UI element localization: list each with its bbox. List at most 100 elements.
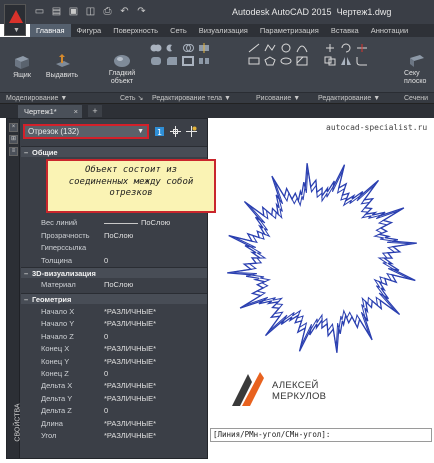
close-icon[interactable]: × bbox=[74, 105, 78, 118]
property-value[interactable]: *РАЗЛИЧНЫЕ* bbox=[104, 418, 156, 430]
property-row[interactable]: Вес линий ПоСлою bbox=[21, 217, 207, 230]
panel-solid-editing[interactable]: Редактирование тела ▼ bbox=[152, 94, 231, 103]
ribbon-tab[interactable]: Сеть bbox=[164, 24, 193, 37]
circle-icon[interactable] bbox=[280, 43, 292, 53]
arc-icon[interactable] bbox=[296, 43, 308, 53]
property-value[interactable]: *РАЗЛИЧНЫЕ* bbox=[104, 380, 156, 392]
property-value[interactable]: 0 bbox=[104, 331, 108, 343]
property-value[interactable]: *РАЗЛИЧНЫЕ* bbox=[104, 356, 156, 368]
mirror-icon[interactable] bbox=[340, 56, 352, 66]
box-button[interactable]: Ящик bbox=[8, 54, 36, 80]
section-3d-visualization[interactable]: –3D-визуализация bbox=[21, 267, 207, 278]
fillet-edge-icon[interactable] bbox=[150, 56, 162, 66]
new-tab-button[interactable]: + bbox=[88, 105, 102, 117]
ribbon-tab[interactable]: Поверхность bbox=[107, 24, 164, 37]
ellipse-icon[interactable] bbox=[280, 56, 292, 66]
property-row[interactable]: Дельта Z 0 bbox=[21, 405, 207, 418]
property-label: Начало Y bbox=[41, 319, 75, 329]
property-row[interactable]: Конец Y *РАЗЛИЧНЫЕ* bbox=[21, 356, 207, 369]
ribbon-tab[interactable]: Параметризация bbox=[254, 24, 325, 37]
property-row[interactable]: Начало X *РАЗЛИЧНЫЕ* bbox=[21, 306, 207, 319]
section-geometry[interactable]: – Геометрия bbox=[21, 293, 207, 304]
command-line[interactable]: [Линия/РМн-угол/СМн-угол]: bbox=[210, 428, 432, 442]
property-row[interactable]: Дельта Y *РАЗЛИЧНЫЕ* bbox=[21, 393, 207, 406]
property-value[interactable]: *РАЗЛИЧНЫЕ* bbox=[104, 393, 156, 405]
property-row[interactable]: Начало Z 0 bbox=[21, 331, 207, 344]
smooth-object-button[interactable]: Гладкий объект bbox=[104, 54, 140, 86]
redo-icon[interactable]: ↷ bbox=[136, 6, 147, 18]
close-palette-icon[interactable]: × bbox=[9, 123, 18, 132]
new-icon[interactable]: ▭ bbox=[34, 6, 45, 18]
property-value[interactable]: 0 bbox=[104, 255, 108, 267]
panel-modeling[interactable]: Моделирование ▼ bbox=[6, 94, 67, 103]
save-as-icon[interactable]: ◫ bbox=[85, 6, 96, 18]
line-icon[interactable] bbox=[248, 43, 260, 53]
property-value[interactable]: ПоСлою bbox=[104, 230, 133, 242]
ribbon-tab[interactable]: Аннотации bbox=[365, 24, 415, 37]
subtract-icon[interactable] bbox=[166, 43, 178, 53]
polygon-icon[interactable] bbox=[264, 56, 276, 66]
extrude-label: Выдавить bbox=[45, 72, 79, 79]
panel-modify[interactable]: Редактирование ▼ bbox=[318, 94, 380, 103]
section-general[interactable]: – Общие bbox=[21, 146, 207, 157]
select-objects-icon[interactable] bbox=[170, 126, 181, 137]
save-icon[interactable]: ▣ bbox=[68, 6, 79, 18]
panel-section[interactable]: Сечени bbox=[404, 94, 428, 103]
fillet-icon[interactable] bbox=[356, 56, 368, 66]
open-icon[interactable]: ▤ bbox=[51, 6, 62, 18]
property-row[interactable]: Толщина 0 bbox=[21, 255, 207, 268]
property-row[interactable]: Прозрачность ПоСлою bbox=[21, 230, 207, 243]
property-row[interactable]: Материал ПоСлою bbox=[21, 279, 207, 292]
separate-icon[interactable] bbox=[198, 56, 210, 66]
property-value[interactable]: 0 bbox=[104, 405, 108, 417]
quick-select-icon[interactable] bbox=[186, 126, 197, 137]
intersect-icon[interactable] bbox=[182, 43, 194, 53]
property-row[interactable]: Конец Z 0 bbox=[21, 368, 207, 381]
copy-icon[interactable] bbox=[324, 56, 336, 66]
ribbon-tab[interactable]: Главная bbox=[30, 24, 71, 37]
property-value[interactable]: 0 bbox=[104, 368, 108, 380]
panel-draw[interactable]: Рисование ▼ bbox=[256, 94, 300, 103]
undo-icon[interactable]: ↶ bbox=[119, 6, 130, 18]
move-icon[interactable] bbox=[324, 43, 336, 53]
slice-icon[interactable] bbox=[198, 43, 210, 53]
property-row[interactable]: Угол *РАЗЛИЧНЫЕ* bbox=[21, 430, 207, 443]
toggle-pickadd-icon[interactable]: 1 bbox=[154, 126, 165, 137]
property-row[interactable]: Длина *РАЗЛИЧНЫЕ* bbox=[21, 418, 207, 431]
property-row[interactable]: Конец X *РАЗЛИЧНЫЕ* bbox=[21, 343, 207, 356]
panel-mesh[interactable]: Сеть ↘ bbox=[120, 94, 143, 103]
hatch-icon[interactable] bbox=[296, 56, 308, 66]
document-tab[interactable]: Чертеж1* × bbox=[18, 105, 82, 118]
jagged-star-drawing[interactable] bbox=[220, 150, 425, 365]
union-icon[interactable] bbox=[150, 43, 162, 53]
property-value[interactable]: *РАЗЛИЧНЫЕ* bbox=[104, 343, 156, 355]
property-value[interactable]: *РАЗЛИЧНЫЕ* bbox=[104, 430, 156, 442]
property-value[interactable]: ПоСлою bbox=[104, 279, 133, 291]
ribbon-tab[interactable]: Визуализация bbox=[193, 24, 254, 37]
ribbon-tab[interactable]: Фигура bbox=[71, 24, 108, 37]
drawing-canvas[interactable]: autocad-specialist.ru АЛЕКСЕЙ МЕРКУЛОВ [… bbox=[208, 118, 434, 463]
property-value[interactable]: *РАЗЛИЧНЫЕ* bbox=[104, 306, 156, 318]
rectangle-icon[interactable] bbox=[248, 56, 260, 66]
object-type-dropdown[interactable]: Отрезок (132) ▼ bbox=[23, 124, 149, 139]
rotate-icon[interactable] bbox=[340, 43, 352, 53]
property-row[interactable]: Дельта X *РАЗЛИЧНЫЕ* bbox=[21, 380, 207, 393]
extrude-button[interactable]: Выдавить bbox=[44, 54, 80, 80]
property-value[interactable]: *РАЗЛИЧНЫЕ* bbox=[104, 318, 156, 330]
autohide-icon[interactable]: ⊞ bbox=[9, 135, 18, 144]
palette-title-strip[interactable]: × ⊞ ≡ СВОЙСТВА bbox=[7, 119, 22, 458]
trim-icon[interactable] bbox=[356, 43, 368, 53]
application-menu-button[interactable]: ▼ bbox=[4, 4, 26, 36]
property-row[interactable]: Начало Y *РАЗЛИЧНЫЕ* bbox=[21, 318, 207, 331]
polyline-icon[interactable] bbox=[264, 43, 276, 53]
document-tab-label: Чертеж1* bbox=[24, 107, 57, 116]
section-plane-button[interactable]: Секу плоско bbox=[404, 54, 434, 86]
box-icon bbox=[15, 56, 29, 69]
palette-properties-icon[interactable]: ≡ bbox=[9, 147, 18, 156]
chamfer-edge-icon[interactable] bbox=[166, 56, 178, 66]
shell-icon[interactable] bbox=[182, 56, 194, 66]
property-row[interactable]: Гиперссылка bbox=[21, 242, 207, 255]
ribbon-tab[interactable]: Вставка bbox=[325, 24, 365, 37]
property-value[interactable]: ПоСлою bbox=[141, 217, 170, 229]
print-icon[interactable]: ⎙ bbox=[102, 6, 113, 18]
